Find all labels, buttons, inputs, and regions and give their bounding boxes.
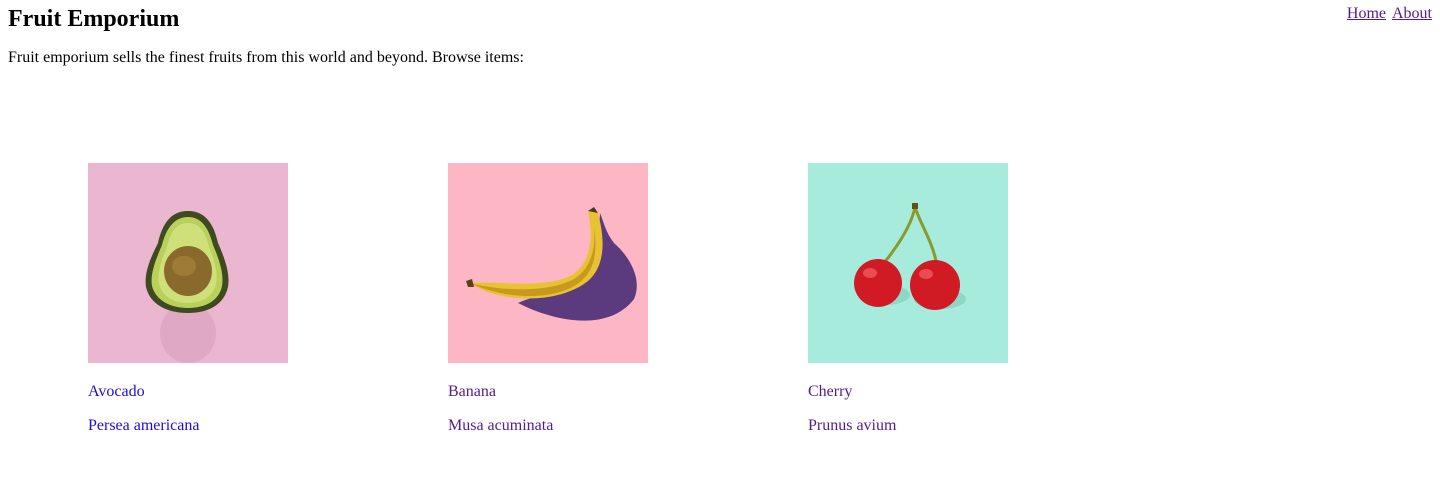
- product-card-banana[interactable]: Banana Musa acuminata: [448, 163, 648, 435]
- banana-photo: [448, 163, 648, 363]
- product-card-avocado[interactable]: Avocado Persea americana: [88, 163, 288, 435]
- product-card-cherry[interactable]: Cherry Prunus avium: [808, 163, 1008, 435]
- intro-text: Fruit emporium sells the finest fruits f…: [8, 49, 524, 66]
- avocado-photo: [88, 163, 288, 363]
- product-latin-name[interactable]: Musa acuminata: [448, 417, 648, 435]
- nav-link-about[interactable]: About: [1392, 5, 1432, 22]
- cherry-photo: [808, 163, 1008, 363]
- cherry-image[interactable]: [808, 163, 1008, 363]
- site-title: Fruit Emporium: [8, 6, 180, 32]
- product-name[interactable]: Cherry: [808, 383, 1008, 401]
- product-name[interactable]: Banana: [448, 383, 648, 401]
- banana-image[interactable]: [448, 163, 648, 363]
- product-name[interactable]: Avocado: [88, 383, 288, 401]
- top-nav: Home About: [1341, 5, 1432, 23]
- product-latin-name[interactable]: Prunus avium: [808, 417, 1008, 435]
- product-latin-name[interactable]: Persea americana: [88, 417, 288, 435]
- avocado-image[interactable]: [88, 163, 288, 363]
- product-grid: Avocado Persea americana Banana Musa acu…: [88, 163, 1008, 435]
- nav-link-home[interactable]: Home: [1347, 5, 1386, 22]
- page: Fruit Emporium Home About Fruit emporium …: [0, 0, 1440, 482]
